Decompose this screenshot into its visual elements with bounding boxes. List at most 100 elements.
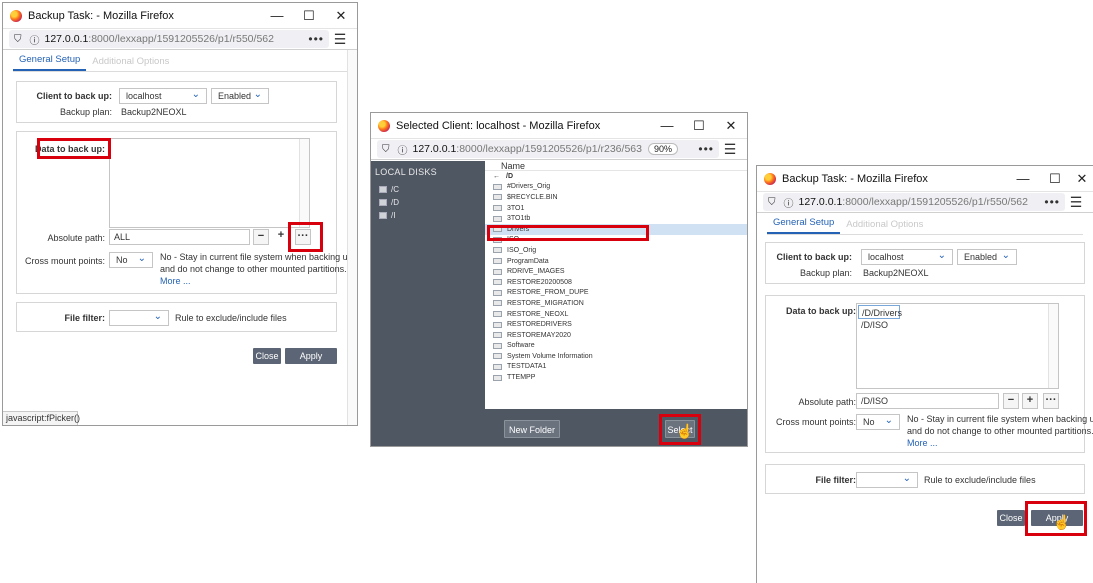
remove-path-button[interactable]: − (253, 229, 269, 245)
close-button[interactable]: Close (997, 510, 1025, 526)
tab-additional-options[interactable]: Additional Options (840, 219, 929, 234)
enabled-select[interactable]: Enabled ⌄ (211, 88, 269, 104)
enabled-select[interactable]: Enabled ⌄ (957, 249, 1017, 265)
data-textarea[interactable] (109, 138, 310, 228)
info-icon[interactable]: ⓘ (30, 32, 40, 47)
browse-button[interactable]: ··· (1043, 393, 1059, 409)
abs-path-input[interactable]: /D/ISO (856, 393, 999, 409)
add-path-button[interactable]: + (1022, 393, 1038, 409)
enabled-select-value: Enabled (218, 91, 252, 101)
scrollbar[interactable] (299, 139, 309, 227)
minimize-button[interactable]: — (261, 3, 293, 28)
folder-icon (493, 321, 502, 328)
shield-icon[interactable]: ⛉ (382, 144, 390, 155)
tab-additional-options[interactable]: Additional Options (86, 56, 175, 71)
highlight-data-label (37, 138, 111, 159)
minimize-button[interactable]: — (1007, 166, 1039, 191)
folder-row[interactable]: ISO_Orig (485, 245, 747, 256)
folder-row[interactable]: $RECYCLE.BIN (485, 192, 747, 203)
more-link[interactable]: More ... (907, 438, 938, 448)
highlight-select-button (659, 414, 701, 445)
address-field[interactable]: ⛉ ⓘ 127.0.0.1:8000/lexxapp/1591205526/p1… (763, 193, 1065, 211)
abs-path-input[interactable]: ALL (109, 229, 250, 245)
disk-item-i[interactable]: /I (371, 209, 485, 222)
folder-row[interactable]: 3TO1 (485, 203, 747, 214)
folder-row[interactable]: System Volume Information (485, 351, 747, 362)
maximize-button[interactable]: ☐ (1039, 166, 1071, 191)
title-bar: Selected Client: localhost - Mozilla Fir… (371, 113, 747, 138)
apply-button[interactable]: Apply (285, 348, 337, 364)
folder-row[interactable]: TESTDATA1 (485, 362, 747, 373)
tab-strip: General Setup Additional Options (13, 50, 347, 72)
folder-row[interactable]: RESTORE_FROM_DUPE (485, 288, 747, 299)
firefox-logo-icon (764, 172, 776, 185)
page-actions-icon[interactable]: ••• (692, 142, 714, 156)
disk-label: /D (391, 198, 399, 207)
maximize-button[interactable]: ☐ (293, 3, 325, 28)
folder-row[interactable]: #Drivers_Orig (485, 182, 747, 193)
page-actions-icon[interactable]: ••• (302, 32, 324, 46)
folder-row[interactable]: RESTORE_NEOXL (485, 309, 747, 320)
shield-icon[interactable]: ⛉ (14, 34, 22, 45)
url-path: :8000/lexxapp/1591205526/p1/r550/562 (88, 33, 274, 45)
remove-path-button[interactable]: − (1003, 393, 1019, 409)
minimize-button[interactable]: — (651, 113, 683, 138)
file-filter-select[interactable]: ⌄ (109, 310, 169, 326)
tab-general-setup[interactable]: General Setup (13, 54, 87, 71)
chevron-down-icon: ⌄ (902, 473, 911, 484)
new-folder-button[interactable]: New Folder (504, 420, 560, 438)
maximize-button[interactable]: ☐ (683, 113, 715, 138)
cross-mount-value: No (863, 417, 875, 427)
folder-icon (493, 258, 502, 265)
close-button[interactable]: Close (253, 348, 281, 364)
info-icon[interactable]: ⓘ (784, 195, 794, 210)
local-disks-sidebar: LOCAL DISKS /C /D /I (371, 161, 485, 446)
scrollbar[interactable] (1048, 304, 1058, 388)
close-window-button[interactable]: ✕ (715, 113, 747, 138)
folder-name: TTEMPP (507, 374, 536, 382)
tab-general-setup[interactable]: General Setup (767, 217, 841, 234)
hamburger-menu-icon[interactable]: ☰ (329, 31, 351, 48)
disk-item-c[interactable]: /C (371, 183, 485, 196)
plan-label: Backup plan: (799, 268, 852, 278)
folder-row[interactable]: RESTOREMAY2020 (485, 330, 747, 341)
file-filter-select[interactable]: ⌄ (856, 472, 918, 488)
hamburger-menu-icon[interactable]: ☰ (719, 141, 741, 158)
data-textarea[interactable]: /D/Drivers /D/ISO (856, 303, 1059, 389)
highlight-apply-button (1025, 501, 1087, 536)
address-field[interactable]: ⛉ ⓘ 127.0.0.1:8000/lexxapp/1591205526/p1… (377, 140, 719, 158)
page-scrollbar[interactable] (347, 50, 357, 425)
folder-row[interactable]: RESTORE20200508 (485, 277, 747, 288)
file-picker-window: Selected Client: localhost - Mozilla Fir… (370, 112, 748, 447)
folder-row[interactable]: RESTORE_MIGRATION (485, 298, 747, 309)
address-field[interactable]: ⛉ ⓘ 127.0.0.1:8000/lexxapp/1591205526/p1… (9, 30, 329, 48)
page-actions-icon[interactable]: ••• (1038, 195, 1060, 209)
folder-row[interactable]: 3TO1tb (485, 213, 747, 224)
name-column-header[interactable]: Name (485, 161, 747, 171)
shield-icon[interactable]: ⛉ (768, 197, 776, 208)
client-select[interactable]: localhost ⌄ (861, 249, 953, 265)
disk-icon (379, 212, 387, 219)
folder-row[interactable]: RESTOREDRIVERS (485, 319, 747, 330)
current-dir: /D (506, 172, 513, 180)
add-path-button[interactable]: + (273, 229, 289, 245)
client-label: Client to back up: (36, 91, 112, 101)
more-link[interactable]: More ... (160, 276, 191, 286)
zoom-level[interactable]: 90% (647, 143, 678, 155)
folder-row[interactable]: ProgramData (485, 256, 747, 267)
hamburger-menu-icon[interactable]: ☰ (1065, 194, 1087, 211)
info-icon[interactable]: ⓘ (398, 142, 408, 157)
folder-row[interactable]: Software (485, 341, 747, 352)
folder-name: RESTORE_NEOXL (507, 310, 569, 318)
close-window-button[interactable]: ✕ (1071, 166, 1093, 191)
folder-row[interactable]: RDRIVE_IMAGES (485, 266, 747, 277)
folder-icon (493, 247, 502, 254)
client-select[interactable]: localhost ⌄ (119, 88, 207, 104)
cross-mount-select[interactable]: No ⌄ (856, 414, 900, 430)
parent-dir-row[interactable]: ← /D (485, 171, 747, 182)
cross-mount-select[interactable]: No ⌄ (109, 252, 153, 268)
folder-row[interactable]: TTEMPP (485, 372, 747, 383)
disk-item-d[interactable]: /D (371, 196, 485, 209)
back-arrow-icon: ← (493, 172, 500, 180)
close-window-button[interactable]: ✕ (325, 3, 357, 28)
